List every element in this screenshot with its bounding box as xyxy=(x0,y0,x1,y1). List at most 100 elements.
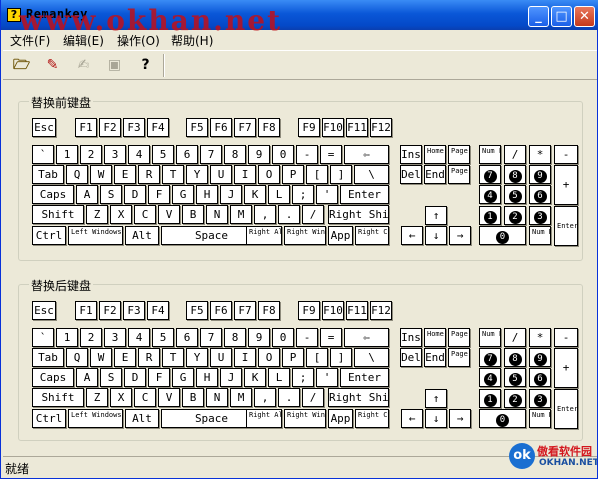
key-arrows-0[interactable]: ↑ xyxy=(425,389,447,408)
key-arrows-1[interactable]: ← xyxy=(401,409,423,428)
key-row2-5[interactable]: T xyxy=(162,348,184,367)
key-row5-5[interactable]: Right Windows xyxy=(284,409,326,428)
key-row3-6[interactable]: H xyxy=(196,368,218,387)
key-fn-2[interactable]: F2 xyxy=(99,118,121,137)
key-row1-12[interactable]: = xyxy=(320,328,342,347)
key-fn-3[interactable]: F3 xyxy=(123,118,145,137)
key-row5-1[interactable]: Left Windows xyxy=(68,409,123,428)
key-fn-11[interactable]: F11 xyxy=(346,301,368,320)
key-numpad-15[interactable]: 0 xyxy=(479,409,526,428)
stamp-icon[interactable]: ▣ xyxy=(103,54,126,77)
key-nav-4[interactable]: End xyxy=(424,165,446,184)
key-numpad-2[interactable]: * xyxy=(529,328,551,347)
key-row4-2[interactable]: X xyxy=(110,205,132,224)
key-numpad-16[interactable]: Num Del xyxy=(529,409,551,428)
key-row2-4[interactable]: R xyxy=(138,348,160,367)
key-row1-5[interactable]: 5 xyxy=(152,145,174,164)
key-numpad-6[interactable]: 9 xyxy=(529,348,551,367)
key-fn-5[interactable]: F5 xyxy=(186,301,208,320)
key-row4-5[interactable]: B xyxy=(182,205,204,224)
key-row1-4[interactable]: 4 xyxy=(128,145,150,164)
key-fn-9[interactable]: F9 xyxy=(298,118,320,137)
key-fn-8[interactable]: F8 xyxy=(258,301,280,320)
key-row5-2[interactable]: Alt xyxy=(125,409,159,428)
key-row1-11[interactable]: - xyxy=(296,145,318,164)
key-numpad-4[interactable]: 7 xyxy=(479,165,501,184)
key-row2-1[interactable]: Q xyxy=(66,165,88,184)
key-row3-11[interactable]: ' xyxy=(316,185,338,204)
key-row3-10[interactable]: ; xyxy=(292,368,314,387)
key-numpad-5[interactable]: 8 xyxy=(504,348,526,367)
key-row3-3[interactable]: D xyxy=(124,185,146,204)
key-row4-0[interactable]: Shift xyxy=(32,388,84,407)
key-row3-9[interactable]: L xyxy=(268,368,290,387)
key-row5-6[interactable]: App xyxy=(328,226,353,245)
key-fn-0[interactable]: Esc xyxy=(32,301,56,320)
key-fn-7[interactable]: F7 xyxy=(234,118,256,137)
key-row3-2[interactable]: S xyxy=(100,368,122,387)
key-fn-12[interactable]: F12 xyxy=(370,118,392,137)
edit-icon[interactable]: ✍ xyxy=(72,54,95,77)
key-row4-1[interactable]: Z xyxy=(86,205,108,224)
key-row2-8[interactable]: I xyxy=(234,165,256,184)
key-row1-8[interactable]: 8 xyxy=(224,145,246,164)
key-row3-9[interactable]: L xyxy=(268,185,290,204)
key-numpad-6[interactable]: 9 xyxy=(529,165,551,184)
key-row2-11[interactable]: [ xyxy=(306,348,328,367)
key-row4-9[interactable]: . xyxy=(278,205,300,224)
key-numpad-8[interactable]: 4 xyxy=(479,185,501,204)
key-fn-10[interactable]: F10 xyxy=(322,118,344,137)
key-numpad-4[interactable]: 7 xyxy=(479,348,501,367)
key-arrows-3[interactable]: → xyxy=(449,226,471,245)
key-row2-3[interactable]: E xyxy=(114,348,136,367)
key-row2-6[interactable]: Y xyxy=(186,165,208,184)
key-row4-0[interactable]: Shift xyxy=(32,205,84,224)
key-row2-0[interactable]: Tab xyxy=(32,348,64,367)
key-numpad-14[interactable]: Enter xyxy=(554,206,578,246)
key-row2-10[interactable]: P xyxy=(282,348,304,367)
key-nav-0[interactable]: Ins xyxy=(400,328,422,347)
key-nav-1[interactable]: Home xyxy=(424,145,446,164)
key-nav-2[interactable]: Page Up xyxy=(448,328,470,347)
key-row2-9[interactable]: O xyxy=(258,348,280,367)
key-row5-0[interactable]: Ctrl xyxy=(32,226,66,245)
key-row3-6[interactable]: H xyxy=(196,185,218,204)
key-row3-4[interactable]: F xyxy=(148,185,170,204)
key-row3-8[interactable]: K xyxy=(244,368,266,387)
menu-file[interactable]: 文件(F) xyxy=(10,32,50,49)
key-row2-11[interactable]: [ xyxy=(306,165,328,184)
key-row1-13[interactable]: ⇦ xyxy=(344,145,389,164)
key-row2-12[interactable]: ] xyxy=(330,348,352,367)
key-row3-2[interactable]: S xyxy=(100,185,122,204)
key-nav-4[interactable]: End xyxy=(424,348,446,367)
key-row2-7[interactable]: U xyxy=(210,165,232,184)
key-row2-2[interactable]: W xyxy=(90,165,112,184)
key-numpad-7[interactable]: + xyxy=(554,165,578,205)
key-numpad-13[interactable]: 3 xyxy=(529,206,551,225)
key-row2-4[interactable]: R xyxy=(138,165,160,184)
key-row1-4[interactable]: 4 xyxy=(128,328,150,347)
key-row3-1[interactable]: A xyxy=(76,185,98,204)
key-row3-7[interactable]: J xyxy=(220,368,242,387)
key-row2-2[interactable]: W xyxy=(90,348,112,367)
key-arrows-3[interactable]: → xyxy=(449,409,471,428)
key-numpad-12[interactable]: 2 xyxy=(504,389,526,408)
key-row1-6[interactable]: 6 xyxy=(176,328,198,347)
title-bar[interactable]: ? Remankey www.okhan.net _ □ ✕ xyxy=(1,0,598,37)
key-row1-5[interactable]: 5 xyxy=(152,328,174,347)
key-fn-8[interactable]: F8 xyxy=(258,118,280,137)
key-row2-9[interactable]: O xyxy=(258,165,280,184)
key-row1-3[interactable]: 3 xyxy=(104,328,126,347)
key-row1-12[interactable]: = xyxy=(320,145,342,164)
key-row1-9[interactable]: 9 xyxy=(248,145,270,164)
key-fn-4[interactable]: F4 xyxy=(147,301,169,320)
menu-operate[interactable]: 操作(O) xyxy=(117,32,160,49)
minimize-button[interactable]: _ xyxy=(528,6,549,27)
key-numpad-11[interactable]: 1 xyxy=(479,389,501,408)
maximize-button[interactable]: □ xyxy=(551,6,572,27)
key-row3-11[interactable]: ' xyxy=(316,368,338,387)
close-button[interactable]: ✕ xyxy=(574,6,595,27)
key-numpad-10[interactable]: 6 xyxy=(529,185,551,204)
key-row1-0[interactable]: ` xyxy=(32,145,54,164)
key-numpad-8[interactable]: 4 xyxy=(479,368,501,387)
